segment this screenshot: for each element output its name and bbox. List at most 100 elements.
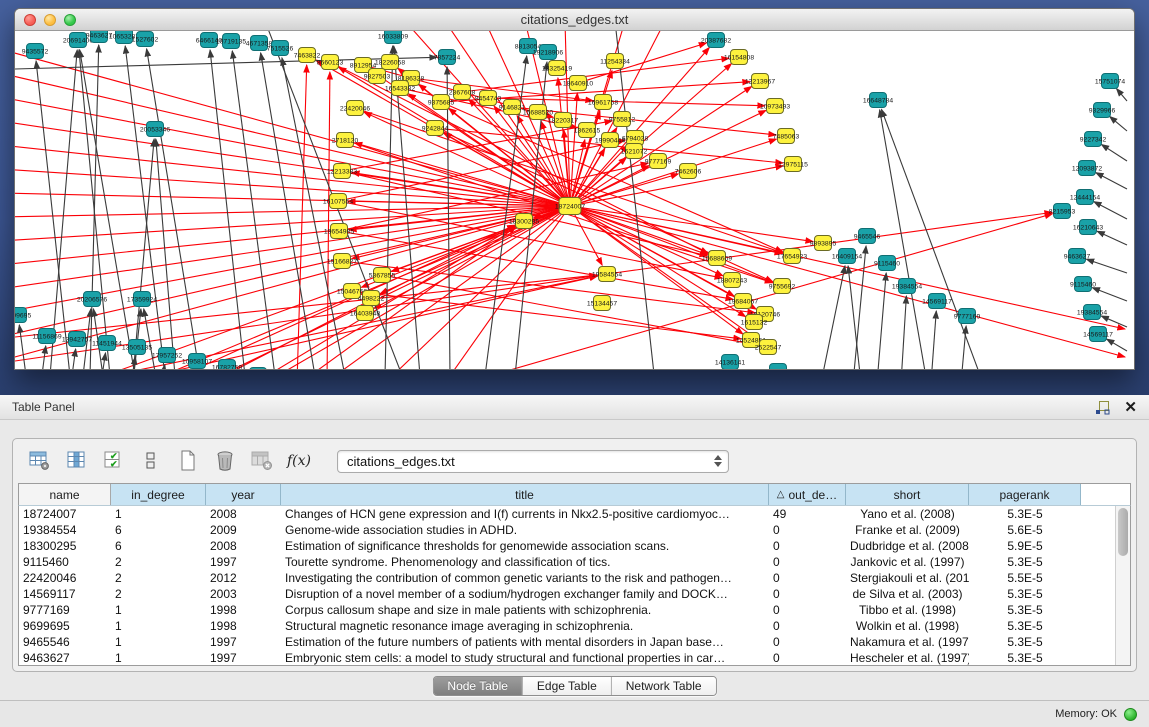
tab-edge-table[interactable]: Edge Table [523, 677, 612, 695]
table-row[interactable]: 2242004622012Investigating the contribut… [19, 570, 1130, 586]
column-header-outde[interactable]: △out_de… [769, 484, 846, 505]
table-row[interactable]: 969969511998Structural magnetic resonanc… [19, 618, 1130, 634]
delete-column-icon[interactable] [212, 448, 238, 474]
graph-edge-black [1107, 339, 1127, 351]
graph-node[interactable]: 17359924 [127, 292, 157, 307]
graph-node[interactable]: 18640910 [563, 76, 593, 91]
graph-node[interactable]: 7485063 [773, 129, 800, 144]
graph-node[interactable]: 11451944 [92, 336, 122, 351]
column-header-indegree[interactable]: in_degree [111, 484, 206, 505]
graph-edge-red [391, 277, 758, 346]
graph-node[interactable]: 16154808 [724, 50, 754, 65]
graph-node[interactable]: 1362615 [574, 123, 601, 138]
new-column-icon[interactable] [175, 448, 201, 474]
graph-node[interactable]: 1527602 [132, 32, 159, 47]
graph-node[interactable]: 9115460 [1070, 277, 1096, 292]
graph-node[interactable]: 19218906 [533, 45, 563, 60]
graph-node[interactable]: 8813054 [515, 39, 542, 54]
graph-node[interactable]: 12923446 [243, 368, 273, 371]
column-header-pagerank[interactable]: pagerank [969, 484, 1081, 505]
graph-node[interactable]: 9115460 [874, 256, 900, 271]
graph-node[interactable]: 9755812 [609, 112, 636, 127]
graph-node[interactable]: 18226058 [375, 55, 405, 70]
tab-network-table[interactable]: Network Table [612, 677, 716, 695]
graph-node[interactable]: 17654923 [777, 249, 807, 264]
graph-node[interactable]: 9699695 [15, 308, 31, 323]
table-row[interactable]: 1456911722003Disruption of a novel membe… [19, 586, 1130, 602]
table-row[interactable]: 977716911998Corpus callosum shape and si… [19, 602, 1130, 618]
graph-node[interactable]: 9375685 [428, 95, 455, 110]
network-canvas-container[interactable]: 9435572206914069463627106532871527602646… [15, 31, 1134, 370]
function-builder-icon[interactable]: f(x) [286, 448, 312, 474]
graph-node[interactable]: 14569117 [1083, 327, 1113, 342]
graph-node[interactable]: 16409154 [832, 249, 862, 264]
graph-node[interactable]: 2367608 [449, 85, 476, 100]
graph-node[interactable]: 1733426 [765, 364, 792, 371]
table-cell: 18300295 [19, 538, 111, 554]
graph-node[interactable]: 14136141 [715, 355, 745, 370]
graph-node[interactable]: 12213383 [327, 164, 357, 179]
graph-node[interactable]: 18220317 [548, 113, 578, 128]
graph-node[interactable]: 15134457 [587, 296, 617, 311]
vertical-scrollbar[interactable] [1115, 506, 1130, 665]
graph-edge-black [210, 50, 245, 370]
graph-node[interactable]: 9465546 [854, 229, 881, 244]
column-visibility-icon[interactable] [64, 448, 90, 474]
window-titlebar[interactable]: citations_edges.txt [15, 9, 1134, 31]
graph-node[interactable]: 17957252 [152, 348, 182, 363]
column-header-name[interactable]: name [19, 484, 111, 505]
graph-node[interactable]: 9755692 [769, 279, 796, 294]
graph-node[interactable]: 20691406 [63, 33, 93, 48]
graph-node[interactable]: 14569117 [922, 294, 952, 309]
graph-node[interactable]: 1621072 [621, 144, 648, 159]
table-row[interactable]: 911546021997Tourette syndrome. Phenomeno… [19, 554, 1130, 570]
float-panel-icon[interactable] [1095, 400, 1110, 415]
scrollbar-thumb[interactable] [1118, 508, 1128, 556]
graph-node[interactable]: 18724007 [555, 198, 585, 215]
table-row[interactable]: 946362711997Embryonic stem cells: a mode… [19, 650, 1130, 666]
graph-node[interactable]: 7515526 [267, 41, 294, 56]
table-row[interactable]: 946554611997Estimation of the future num… [19, 634, 1130, 650]
graph-node[interactable]: 11156869 [32, 329, 61, 344]
graph-node[interactable]: 12975115 [778, 157, 808, 172]
graph-edge-black [1096, 173, 1127, 189]
graph-node[interactable]: 6466140 [196, 33, 223, 48]
graph-node[interactable]: 9227342 [1080, 132, 1107, 147]
column-header-title[interactable]: title [281, 484, 769, 505]
network-table-select[interactable]: citations_edges.txt [337, 450, 729, 473]
import-table-icon[interactable] [249, 448, 275, 474]
tab-node-table[interactable]: Node Table [433, 677, 523, 695]
graph-edge-red [579, 208, 1125, 329]
graph-canvas[interactable]: 9435572206914069463627106532871527602646… [15, 31, 1134, 370]
table-cell: Changes of HCN gene expression and I(f) … [281, 506, 769, 522]
graph-edge-black [282, 58, 345, 370]
graph-node[interactable]: 9463627 [86, 31, 113, 43]
graph-node[interactable]: 9329966 [1089, 103, 1116, 118]
graph-node[interactable]: 19384554 [1077, 305, 1107, 320]
graph-node[interactable]: 16648784 [863, 93, 893, 108]
graph-node[interactable]: 4671358 [246, 36, 273, 51]
graph-node[interactable]: 20387682 [701, 33, 731, 48]
graph-node[interactable]: 16033809 [378, 31, 408, 44]
table-row[interactable]: 1872400712008Changes of HCN gene express… [19, 506, 1130, 522]
table-settings-icon[interactable] [27, 448, 53, 474]
close-panel-icon[interactable]: ✕ [1124, 400, 1137, 415]
graph-node[interactable]: 8215953 [1049, 204, 1076, 219]
graph-node[interactable]: 10653287 [109, 31, 139, 44]
graph-node[interactable]: 11254334 [600, 54, 630, 69]
graph-node[interactable]: 15751074 [1095, 74, 1125, 89]
table-row[interactable]: 1830029562008Estimation of significance … [19, 538, 1130, 554]
table-cell: 0 [769, 538, 846, 554]
graph-node[interactable]: 19384554 [892, 279, 922, 294]
graph-node[interactable]: 9463627 [1064, 249, 1091, 264]
column-header-year[interactable]: year [206, 484, 281, 505]
graph-node[interactable]: 10719135 [216, 34, 246, 49]
select-columns-icon[interactable]: ✔ ✔ [101, 448, 127, 474]
table-row[interactable]: 1938455462009Genome-wide association stu… [19, 522, 1130, 538]
graph-node[interactable]: 12213967 [745, 74, 775, 89]
graph-edge-black [385, 46, 393, 370]
row-height-icon[interactable] [138, 448, 164, 474]
table-cell: 9465546 [19, 634, 111, 650]
column-header-short[interactable]: short [846, 484, 969, 505]
graph-node[interactable]: 2718120 [332, 133, 359, 148]
